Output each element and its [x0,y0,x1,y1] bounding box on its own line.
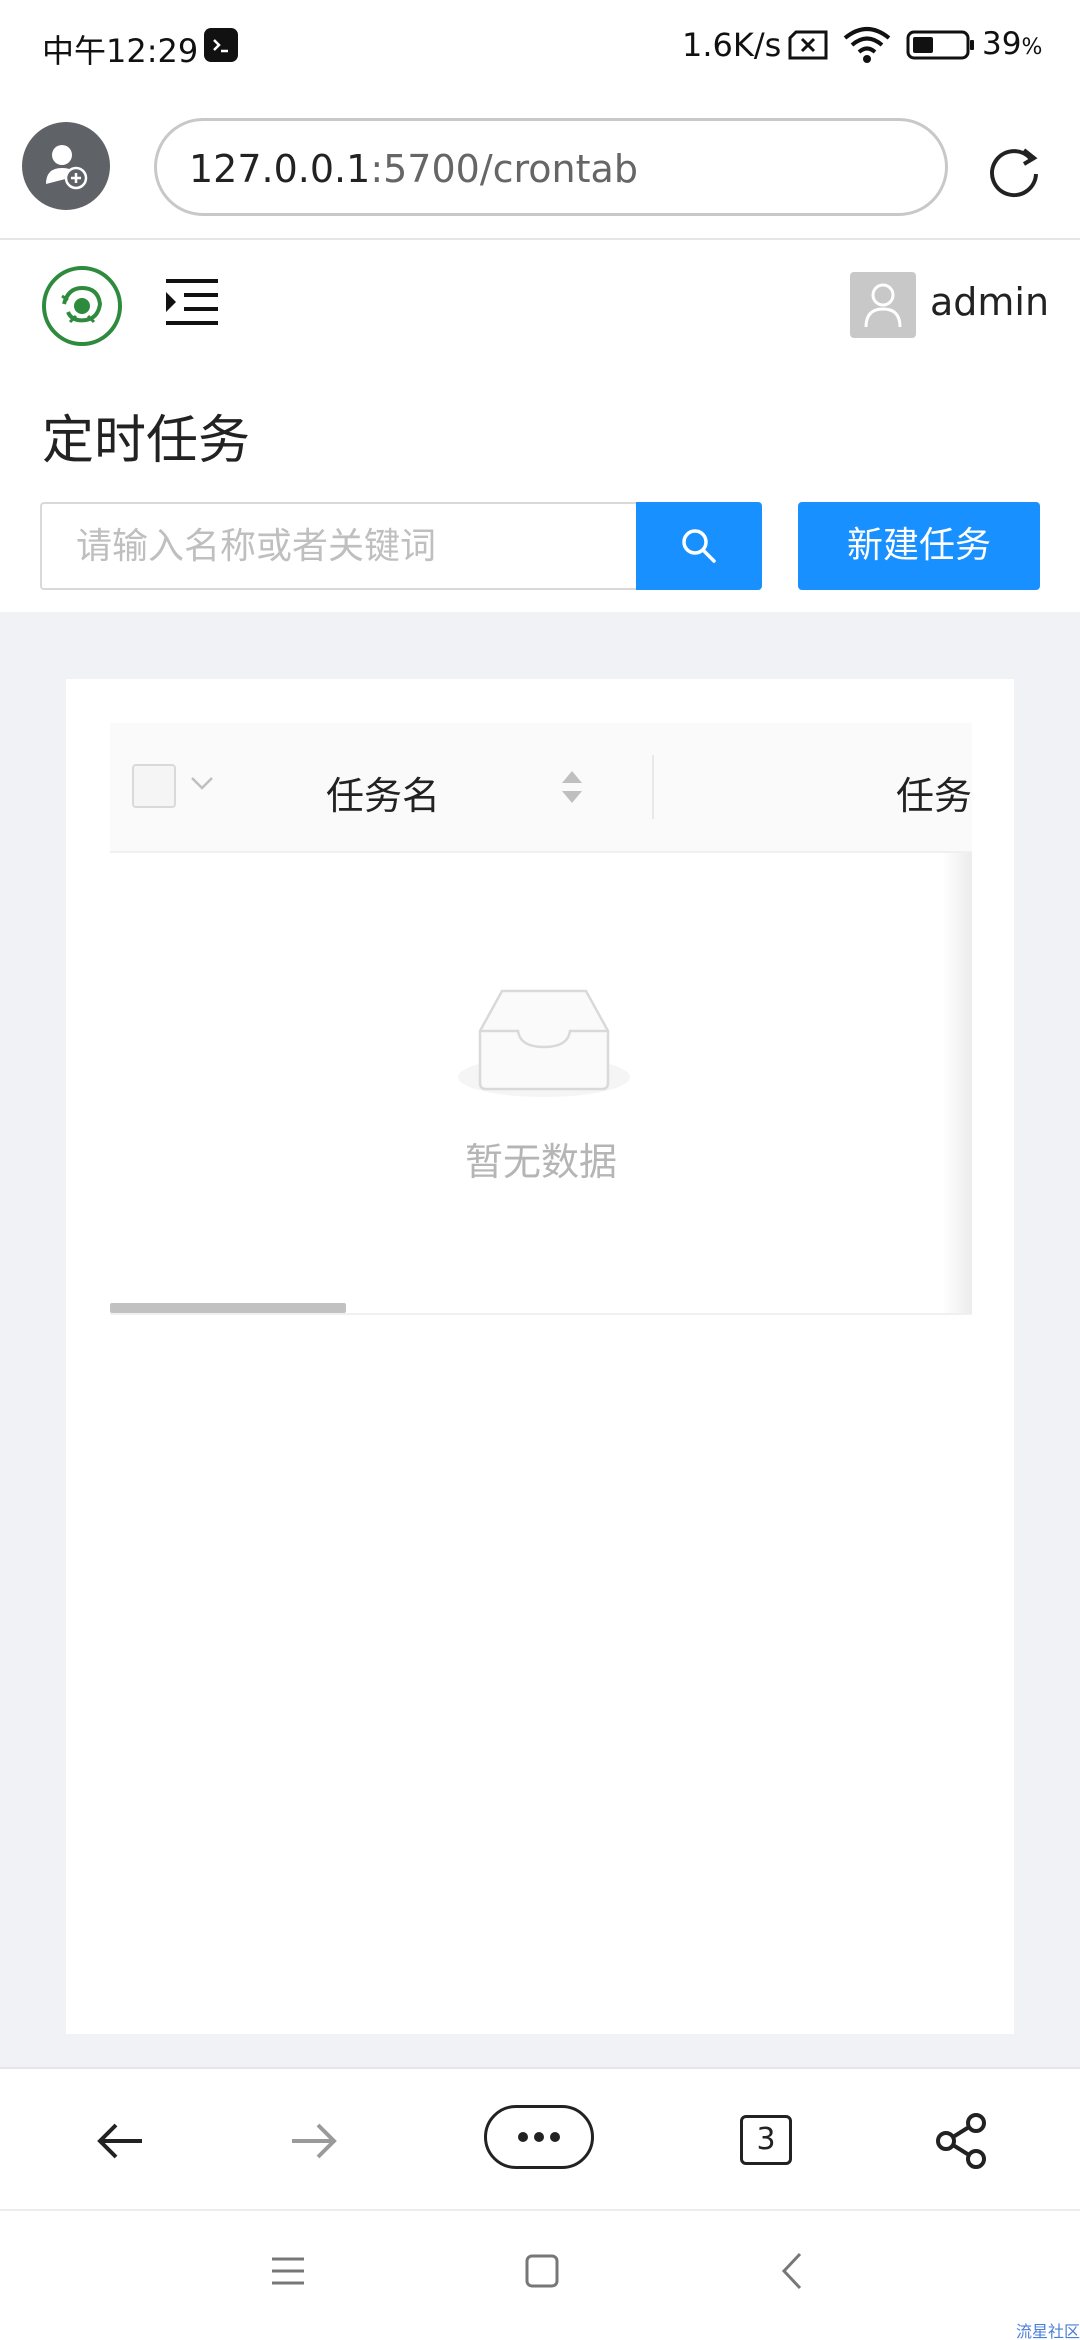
back-arrow-icon[interactable] [90,2099,150,2183]
more-menu-icon[interactable] [484,2105,594,2169]
tabs-count-button[interactable]: 3 [740,2115,792,2165]
url-path: :5700/crontab [370,147,638,191]
battery-percent: 39% [982,26,1042,62]
battery-icon [906,30,976,64]
profile-icon[interactable] [22,122,110,210]
watermark-text: 流星社区 [1016,2322,1080,2340]
empty-inbox-icon [456,985,632,1105]
no-sim-icon [788,30,830,64]
status-time: 中午12:29 [42,32,199,70]
search-button[interactable] [636,502,762,590]
system-nav-bar [0,2211,1080,2340]
search-icon [682,529,716,563]
user-name[interactable]: admin [930,280,1049,324]
address-bar[interactable]: 127.0.0.1:5700/crontab [154,118,948,216]
column-header-task-command[interactable]: 任务 [896,765,972,820]
sort-icon[interactable] [560,767,584,811]
new-task-button[interactable]: 新建任务 [798,502,1040,590]
user-avatar-icon[interactable] [850,272,916,338]
scroll-shadow [942,853,972,1313]
share-icon[interactable] [932,2099,992,2183]
recents-menu-icon[interactable] [270,2255,306,2291]
system-back-icon[interactable] [780,2251,804,2295]
status-bar: 中午12:29 1.6K/s 39% [0,0,1080,96]
menu-fold-icon[interactable] [166,278,218,330]
wifi-icon [842,26,892,68]
page-title: 定时任务 [42,411,251,471]
terminal-icon [204,28,238,62]
browser-bottom-nav: 3 [0,2067,1080,2211]
home-square-icon[interactable] [524,2253,560,2293]
url-text[interactable]: 127.0.0.1:5700/crontab [189,147,638,191]
search-input[interactable] [42,504,638,588]
search-field[interactable] [40,502,638,590]
table-header: 任务名 任务 [110,723,972,853]
url-host: 127.0.0.1 [189,147,371,191]
browser-toolbar: 127.0.0.1:5700/crontab [0,96,1080,240]
network-speed: 1.6K/s [682,26,782,64]
task-table: 任务名 任务 暂无数据 [110,723,972,1315]
battery-percent-unit: % [1021,35,1043,60]
reload-icon[interactable] [984,144,1044,204]
battery-percent-value: 39 [982,26,1022,62]
column-header-task-name[interactable]: 任务名 [326,765,440,820]
table-card: 任务名 任务 暂无数据 [66,679,1014,2034]
column-divider [652,755,654,819]
empty-state-text: 暂无数据 [464,1140,617,1184]
horizontal-scrollbar[interactable] [110,1303,346,1313]
chevron-down-icon[interactable] [190,775,214,795]
forward-arrow-icon[interactable] [284,2099,344,2183]
select-all-checkbox[interactable] [132,764,176,808]
logo-icon[interactable] [42,266,122,346]
app-header: admin [0,240,1080,366]
